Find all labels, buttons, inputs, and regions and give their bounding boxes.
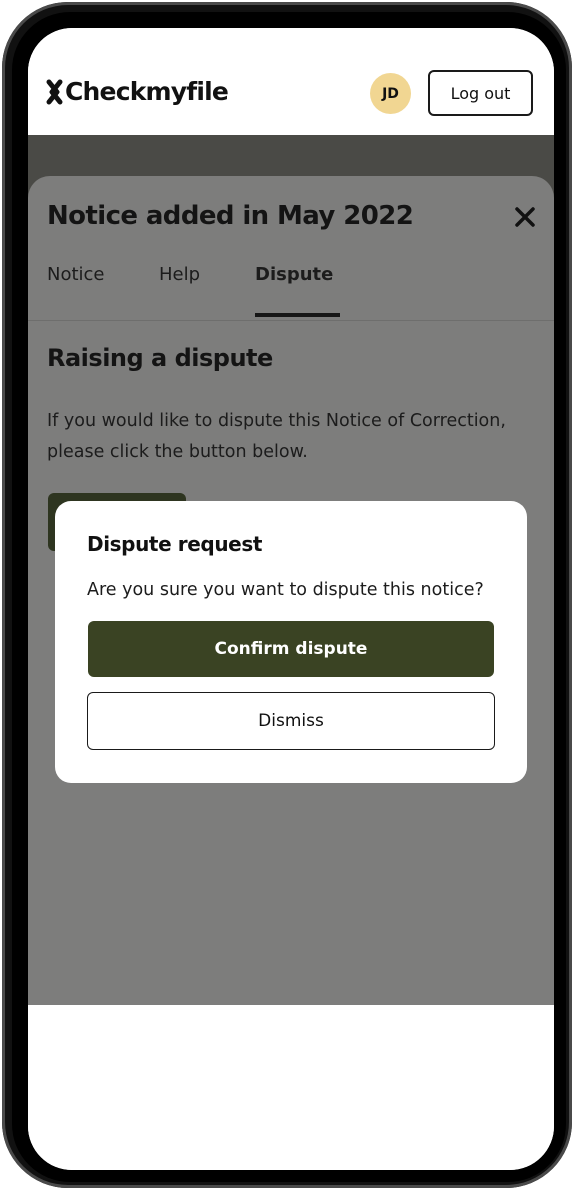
modal-title: Dispute request [87,532,263,556]
tab-help[interactable]: Help [159,264,200,285]
active-tab-indicator [255,313,340,317]
phone-frame: Checkmyfile JD Log out Notice added in M… [2,2,572,1188]
dismiss-button[interactable]: Dismiss [87,692,495,750]
confirm-dispute-button[interactable]: Confirm dispute [88,621,494,677]
dispute-modal: Dispute request Are you sure you want to… [55,501,527,783]
avatar[interactable]: JD [370,73,411,114]
app-header: Checkmyfile JD Log out [28,28,554,135]
logo[interactable]: Checkmyfile [45,77,229,106]
page-footer-area [28,1005,554,1170]
section-body: If you would like to dispute this Notice… [47,411,506,462]
sheet-title: Notice added in May 2022 [47,201,414,231]
phone-screen: Checkmyfile JD Log out Notice added in M… [28,28,554,1170]
tab-dispute[interactable]: Dispute [255,264,333,285]
logo-mark-icon [46,79,63,105]
page-overlay[interactable]: Notice added in May 2022 Notice Help Dis… [28,135,554,1005]
tab-bar: Notice Help Dispute [28,254,554,321]
modal-message: Are you sure you want to dispute this no… [87,580,484,600]
logout-button[interactable]: Log out [428,70,533,116]
tab-notice[interactable]: Notice [47,264,105,285]
logo-text: Checkmyfile [65,77,229,106]
close-icon[interactable] [512,204,538,230]
section-heading: Raising a dispute [47,344,273,372]
